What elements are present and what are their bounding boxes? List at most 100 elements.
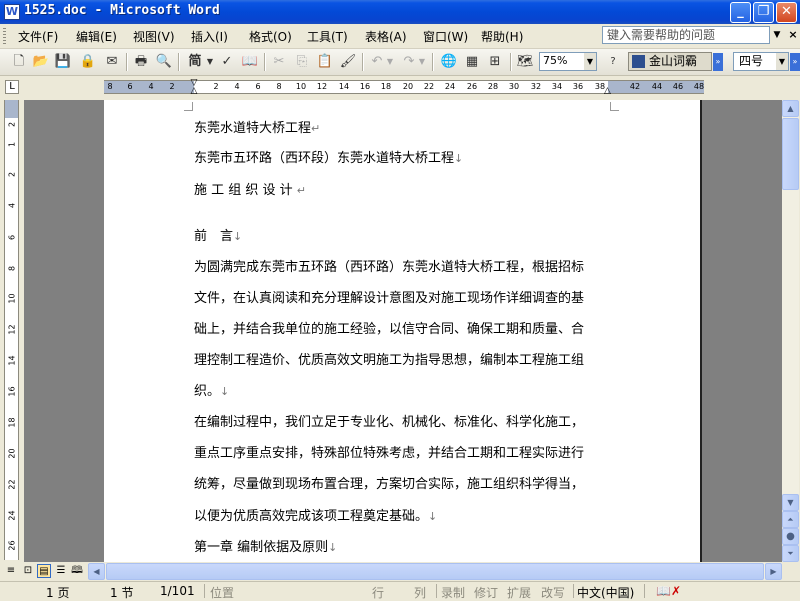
ruler-number: 20 [402,82,414,91]
zoom-select[interactable]: 75% ▼ [539,52,597,71]
menu-tools[interactable]: 工具(T) [307,28,348,45]
vruler-number: 2 [7,121,17,128]
doc-line[interactable]: 织。↓ [194,383,634,401]
print-preview-icon[interactable]: 🔍 [155,53,173,71]
zoom-dropdown-icon[interactable]: ▼ [584,53,596,70]
normal-view-icon[interactable]: ≡ [4,564,18,578]
doc-line[interactable]: 在编制过程中，我们立足于专业化、机械化、标准化、科学化施工， [194,414,634,432]
right-indent-marker-icon[interactable]: △ [604,86,611,96]
redo-icon[interactable]: ↷ [400,53,418,71]
document-area[interactable]: 东莞水道特大桥工程↵ 东莞市五环路（西环段）东莞水道特大桥工程↓ 施 工 组 织… [24,100,782,562]
copy-icon[interactable]: ⎘ [293,53,311,71]
cut-icon[interactable]: ✂ [270,53,288,71]
tables-borders-icon[interactable]: ▦ [463,53,481,71]
doc-line[interactable]: 施 工 组 织 设 计 ↵ [194,182,634,200]
jinshan-ciba-button[interactable]: 金山词霸 [628,52,712,71]
print-layout-view-icon[interactable]: ▤ [37,564,51,578]
scroll-left-icon[interactable]: ◀ [88,563,105,580]
doc-line[interactable]: 东莞市五环路（西环段）东莞水道特大桥工程↓ [194,150,634,168]
vertical-ruler[interactable]: 2 1 2 4 6 8 10 12 14 16 18 20 22 24 26 [4,100,19,560]
menu-format[interactable]: 格式(O) [249,28,292,45]
web-view-icon[interactable]: ⊡ [21,564,35,578]
vruler-number: 16 [7,386,17,397]
help-icon[interactable]: ? [604,53,622,71]
vruler-number: 12 [7,324,17,335]
insert-table-icon[interactable]: ⊞ [486,53,504,71]
font-size-dropdown-icon[interactable]: ▼ [776,53,788,70]
menu-window[interactable]: 窗口(W) [423,28,468,45]
crop-mark-top-left [184,102,193,111]
status-page-of: 1/101 [160,584,195,598]
doc-line[interactable]: 以便为优质高效完成该项工程奠定基础。↓ [194,508,634,526]
doc-line[interactable]: 重点工序重点安排，特殊部位特殊考虑，并结合工期和工程实际进行 [194,445,634,463]
maximize-button[interactable]: ❐ [753,2,774,23]
email-icon[interactable]: ✉ [103,53,121,71]
doc-line[interactable]: 为圆满完成东莞市五环路（西环路）东莞水道特大桥工程，根据招标 [194,259,634,277]
vertical-ruler-top-margin [5,100,18,118]
doc-heading[interactable]: 前 言↓ [194,228,634,246]
tab-selector-icon[interactable]: L [5,80,19,94]
undo-dropdown-icon[interactable]: ▼ [386,53,394,71]
document-page[interactable]: 东莞水道特大桥工程↵ 东莞市五环路（西环段）东莞水道特大桥工程↓ 施 工 组 织… [104,100,702,562]
doc-line[interactable]: 文件，在认真阅读和充分理解设计意图及对施工现场作详细调查的基 [194,290,634,308]
status-record[interactable]: 录制 [441,584,465,601]
undo-icon[interactable]: ↶ [368,53,386,71]
reading-view-icon[interactable]: 🕮 [70,564,84,578]
simplified-chinese-icon[interactable]: 简 [184,53,206,71]
hyperlink-icon[interactable]: 🌐 [440,53,458,71]
ruler-number: 30 [508,82,520,91]
menu-help[interactable]: 帮助(H) [481,28,523,45]
menu-file[interactable]: 文件(F) [18,28,58,45]
status-overtype[interactable]: 改写 [541,584,565,601]
vertical-scroll-thumb[interactable] [782,118,799,190]
paste-icon[interactable]: 📋 [316,53,334,71]
open-folder-icon[interactable]: 📂 [32,53,50,71]
next-page-icon[interactable]: ⏷ [782,545,799,562]
new-document-icon[interactable]: 🗋 [10,53,28,71]
word-app-icon[interactable]: W [4,4,20,20]
doc-chapter-heading[interactable]: 第一章 编制依据及原则↓ [194,539,634,557]
toolbar-options-icon[interactable]: » [713,53,723,71]
horizontal-scroll-thumb[interactable] [106,563,764,580]
document-map-icon[interactable]: 🗺 [516,53,534,71]
research-icon[interactable]: 📖 [241,53,259,71]
spelling-icon[interactable]: ✓ [218,53,236,71]
scroll-down-icon[interactable]: ▼ [782,494,799,511]
scroll-up-icon[interactable]: ▲ [782,100,799,117]
status-line: 行 [372,586,385,600]
ruler-number: 8 [107,82,113,91]
first-line-indent-marker-icon[interactable]: ▽ △ [190,79,198,96]
doc-line[interactable]: 东莞水道特大桥工程↵ [194,120,634,138]
print-icon[interactable]: 🖶 [132,53,150,71]
status-extend[interactable]: 扩展 [507,584,531,601]
doc-line[interactable]: 理控制工程造价、优质高效文明施工为指导思想，编制本工程施工组 [194,352,634,370]
permission-icon[interactable]: 🔒 [79,53,97,71]
document-close-icon[interactable]: × [787,26,799,44]
help-question-input[interactable]: 键入需要帮助的问题 [602,26,770,44]
select-browse-object-icon[interactable]: ● [782,528,799,545]
ruler-number: 8 [276,82,282,91]
redo-dropdown-icon[interactable]: ▼ [418,53,426,71]
previous-page-icon[interactable]: ⏶ [782,511,799,528]
toolbar-more-icon[interactable]: » [790,53,800,71]
menu-edit[interactable]: 编辑(E) [76,28,117,45]
menu-view[interactable]: 视图(V) [133,28,175,45]
format-painter-icon[interactable]: 🖌 [339,53,357,71]
minimize-button[interactable]: _ [730,2,751,23]
status-track-changes[interactable]: 修订 [474,584,498,601]
spelling-status-icon[interactable]: 📖✗ [656,584,681,598]
vertical-scrollbar[interactable]: ▲ ▼ ⏶ ● ⏷ [782,100,799,562]
save-icon[interactable]: 💾 [54,53,72,71]
horizontal-scrollbar[interactable]: ◀ ▶ [88,563,782,580]
help-dropdown-icon[interactable]: ▼ [771,26,783,44]
simplified-dropdown-icon[interactable]: ▼ [206,53,214,71]
menu-grip-icon[interactable] [3,28,6,44]
outline-view-icon[interactable]: ☰ [54,564,68,578]
doc-line[interactable]: 础上，并结合我单位的施工经验，以信守合同、确保工期和质量、合 [194,321,634,339]
scroll-right-icon[interactable]: ▶ [765,563,782,580]
menu-insert[interactable]: 插入(I) [191,28,228,45]
doc-line[interactable]: 统筹，尽量做到现场布置合理，方案切合实际，施工组织科学得当， [194,476,634,494]
font-size-select[interactable]: 四号 ▼ [733,52,789,71]
close-button[interactable]: ✕ [776,2,797,23]
menu-table[interactable]: 表格(A) [365,28,407,45]
